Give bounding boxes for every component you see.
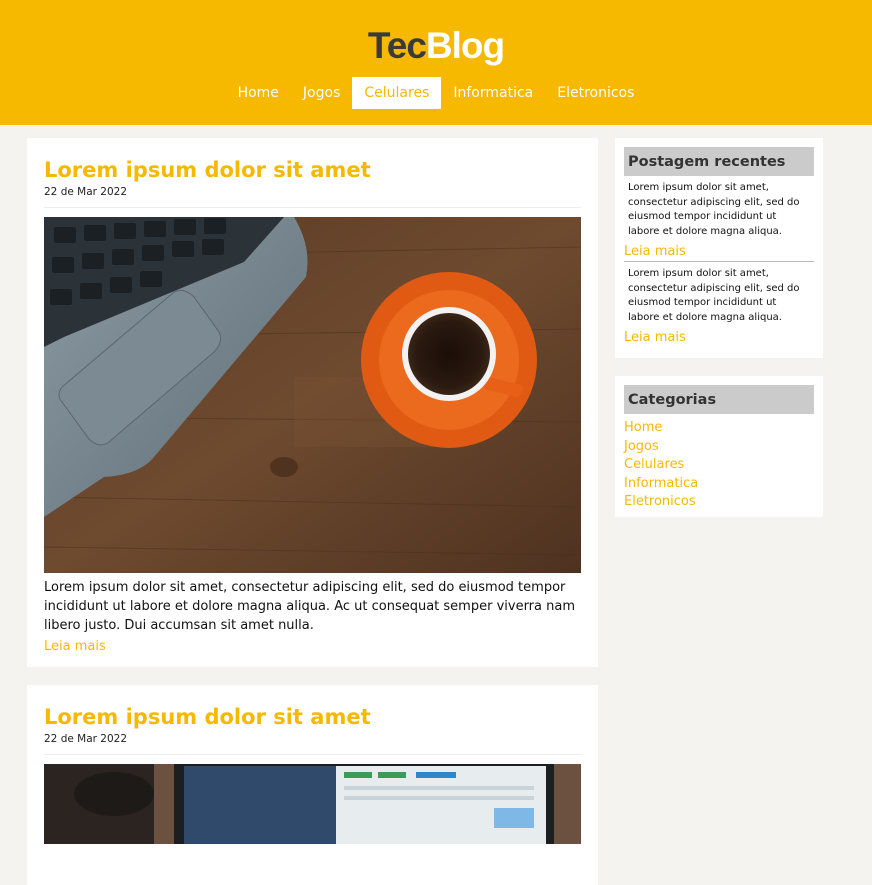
nav-jogos[interactable]: Jogos bbox=[291, 77, 352, 109]
nav-eletronicos[interactable]: Eletronicos bbox=[545, 77, 646, 109]
post-date: 22 de Mar 2022 bbox=[44, 733, 128, 745]
read-more-link[interactable]: Leia mais bbox=[44, 639, 106, 654]
recent-read-more-link[interactable]: Leia mais bbox=[624, 242, 814, 261]
post-card: Lorem ipsum dolor sit amet 22 de Mar 202… bbox=[27, 138, 598, 667]
category-celulares[interactable]: Celulares bbox=[624, 456, 814, 475]
post-excerpt: Lorem ipsum dolor sit amet, consectetur … bbox=[44, 580, 575, 633]
category-list: Home Jogos Celulares Informatica Eletron… bbox=[624, 419, 814, 512]
recent-post-excerpt: Lorem ipsum dolor sit amet, consectetur … bbox=[628, 268, 800, 323]
category-jogos[interactable]: Jogos bbox=[624, 438, 814, 457]
site-logo[interactable]: TecBlog bbox=[0, 24, 872, 68]
recent-posts-widget: Postagem recentes Lorem ipsum dolor sit … bbox=[615, 138, 823, 358]
post-image bbox=[44, 217, 581, 573]
main-nav: Home Jogos Celulares Informatica Eletron… bbox=[0, 77, 872, 109]
nav-celulares[interactable]: Celulares bbox=[352, 77, 442, 109]
post-date: 22 de Mar 2022 bbox=[44, 186, 128, 198]
category-eletronicos[interactable]: Eletronicos bbox=[624, 493, 814, 512]
logo-blog: Blog bbox=[425, 25, 505, 66]
post-divider bbox=[44, 207, 581, 208]
post-title[interactable]: Lorem ipsum dolor sit amet bbox=[44, 156, 581, 184]
post-title[interactable]: Lorem ipsum dolor sit amet bbox=[44, 703, 581, 731]
widget-title: Postagem recentes bbox=[624, 147, 814, 176]
categories-widget: Categorias Home Jogos Celulares Informat… bbox=[615, 376, 823, 517]
post-image bbox=[44, 764, 581, 844]
category-informatica[interactable]: Informatica bbox=[624, 475, 814, 494]
category-home[interactable]: Home bbox=[624, 419, 814, 438]
post-divider bbox=[44, 754, 581, 755]
post-card: Lorem ipsum dolor sit amet 22 de Mar 202… bbox=[27, 685, 598, 885]
nav-informatica[interactable]: Informatica bbox=[441, 77, 545, 109]
widget-title: Categorias bbox=[624, 385, 814, 414]
recent-read-more-link[interactable]: Leia mais bbox=[624, 328, 814, 347]
nav-home[interactable]: Home bbox=[226, 77, 291, 109]
site-header: TecBlog Home Jogos Celulares Informatica… bbox=[0, 0, 872, 125]
logo-tec: Tec bbox=[367, 25, 427, 66]
recent-post-excerpt: Lorem ipsum dolor sit amet, consectetur … bbox=[628, 182, 800, 237]
